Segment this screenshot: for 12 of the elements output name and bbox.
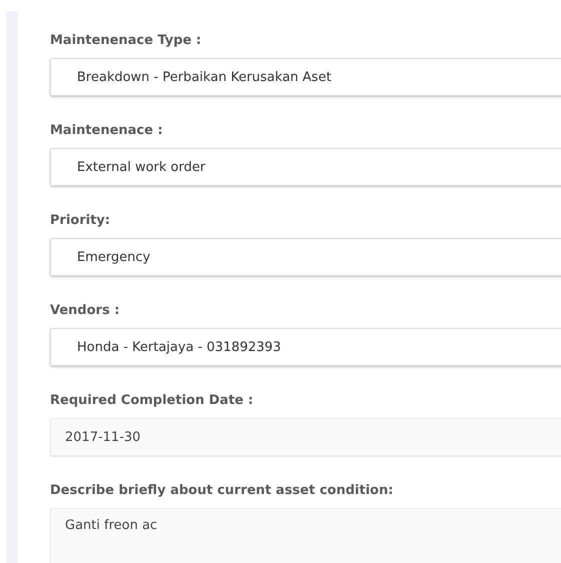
field-label: Required Completion Date : (50, 392, 254, 409)
field-label: Describe briefly about current asset condition: (50, 482, 394, 499)
text-area[interactable]: Ganti freon ac (50, 508, 561, 563)
dropdown-field[interactable]: External work order (50, 148, 561, 186)
field-label: Maintenenace : (50, 122, 164, 139)
field-label: Vendors : (50, 302, 121, 319)
field-label: Priority: (50, 212, 112, 229)
dropdown-field[interactable]: Breakdown - Perbaikan Kerusakan Aset (50, 58, 561, 96)
dropdown-field[interactable]: Emergency (50, 238, 561, 276)
date-field[interactable]: 2017-11-30 (50, 418, 561, 456)
field-label: Maintenenace Type : (50, 32, 202, 49)
dropdown-field[interactable]: Honda - Kertajaya - 031892393 (50, 328, 561, 366)
